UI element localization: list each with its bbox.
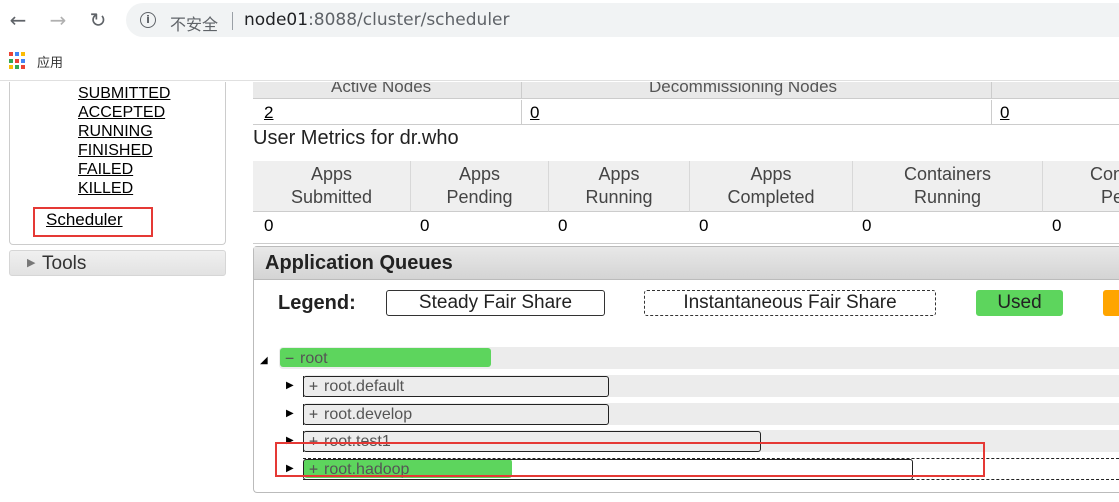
expand-triangle-icon[interactable]: ▶ [286, 380, 294, 391]
legend-steady-fair-share: Steady Fair Share [386, 290, 605, 316]
queue-name: root.default [324, 378, 405, 395]
header-line: Apps [598, 164, 640, 184]
forward-icon[interactable]: → [46, 8, 70, 32]
cluster-metrics-values: 2 0 0 [253, 100, 1119, 125]
column-divider [991, 100, 992, 125]
header-active-nodes: Active Nodes [331, 82, 432, 96]
header-apps-running: Apps Running [549, 161, 690, 212]
column-divider [521, 100, 522, 125]
apps-grid-icon[interactable] [9, 52, 27, 70]
info-icon[interactable]: i [140, 12, 156, 28]
header-line: Pe [1101, 187, 1119, 207]
back-icon[interactable]: ← [6, 8, 30, 32]
application-queues-title: Application Queues [265, 252, 453, 274]
address-bar[interactable]: i 不安全 node01:8088/cluster/scheduler [126, 3, 1119, 37]
queue-row-root-default[interactable]: + root.default [303, 375, 1119, 397]
header-line: Running [585, 187, 653, 207]
queue-row-root[interactable]: − root [279, 347, 1119, 369]
value-apps-pending: 0 [420, 216, 430, 235]
header-apps-completed: Apps Completed [690, 161, 853, 212]
queue-bar-instantaneous-share [303, 404, 304, 425]
queue-name: root.develop [324, 406, 413, 423]
queue-label-root: − root [285, 349, 328, 368]
header-line: Con [1090, 164, 1119, 184]
tools-label: Tools [42, 253, 87, 274]
value-apps-submitted: 0 [264, 216, 274, 235]
sidebar-link-failed[interactable]: FAILED [78, 160, 133, 179]
column-divider [991, 82, 992, 98]
value-containers-pending: 0 [1052, 216, 1062, 235]
header-line: Running [913, 187, 982, 207]
sidebar-link-running[interactable]: RUNNING [78, 122, 153, 141]
browser-toolbar: ← → ↻ i 不安全 node01:8088/cluster/schedule… [0, 0, 1119, 41]
queue-label-root-develop: + root.develop [309, 405, 412, 424]
application-queues-header: Application Queues [254, 247, 1119, 280]
next-metric-value[interactable]: 0 [1000, 103, 1009, 123]
collapse-triangle-icon[interactable]: ◢ [260, 355, 268, 366]
reload-icon[interactable]: ↻ [86, 8, 110, 32]
legend-used: Used [976, 290, 1063, 316]
main-content: Active Nodes Decommissioning Nodes 2 0 0… [253, 82, 1119, 502]
url-divider [232, 12, 233, 30]
legend-instantaneous-fair-share: Instantaneous Fair Share [644, 290, 936, 316]
value-apps-running: 0 [558, 216, 568, 235]
expand-icon: + [309, 405, 319, 423]
header-decommissioning-nodes: Decommissioning Nodes [649, 82, 838, 96]
sidebar-link-accepted[interactable]: ACCEPTED [78, 103, 165, 122]
queue-row-root-develop[interactable]: + root.develop [303, 403, 1119, 425]
sidebar-tools-section[interactable]: ▶ Tools [9, 250, 226, 276]
header-line: Submitted [290, 187, 373, 207]
url-text[interactable]: node01:8088/cluster/scheduler [244, 10, 510, 30]
header-line: Containers [903, 164, 992, 184]
header-line: Apps [458, 164, 501, 184]
table-divider [253, 243, 1119, 244]
cluster-metrics-header: Active Nodes Decommissioning Nodes [253, 82, 1119, 99]
user-metrics-title: User Metrics for dr.who [253, 127, 459, 149]
value-containers-running: 0 [862, 216, 872, 235]
sidebar-link-submitted[interactable]: SUBMITTED [78, 84, 170, 103]
bookmarks-bar: 应用 [0, 41, 1119, 81]
header-containers-pending: Con Pe [1043, 161, 1119, 212]
header-line: Apps [310, 164, 353, 184]
expand-triangle-icon: ▶ [27, 257, 36, 269]
queue-label-root-default: + root.default [309, 377, 404, 396]
sidebar-link-finished[interactable]: FINISHED [78, 141, 153, 160]
column-divider [521, 82, 522, 98]
legend-label: Legend: [278, 292, 356, 314]
header-line: Pending [446, 187, 513, 207]
url-path: :8088/cluster/scheduler [308, 10, 510, 30]
value-apps-completed: 0 [699, 216, 709, 235]
active-nodes-value[interactable]: 2 [264, 103, 273, 123]
header-apps-submitted: Apps Submitted [253, 161, 411, 212]
header-line: Completed [727, 187, 815, 207]
sidebar-link-killed[interactable]: KILLED [78, 179, 133, 198]
legend-max-capacity [1103, 290, 1119, 316]
queue-name: root [300, 350, 328, 367]
bookmark-apps[interactable]: 应用 [37, 52, 63, 71]
queue-bar-instantaneous-share [303, 376, 304, 397]
expand-triangle-icon[interactable]: ▶ [286, 408, 294, 419]
header-apps-pending: Apps Pending [411, 161, 549, 212]
expand-icon: + [309, 377, 319, 395]
highlight-box-scheduler [33, 207, 153, 237]
url-host: node01 [244, 10, 309, 30]
collapse-icon: − [285, 349, 295, 367]
highlight-box-root-hadoop [275, 442, 985, 477]
security-label: 不安全 [170, 15, 219, 34]
user-metrics-table: Apps Submitted Apps Pending Apps Running Ap… [253, 161, 1119, 243]
decommissioning-nodes-value[interactable]: 0 [530, 103, 539, 123]
header-containers-running: Containers Running [853, 161, 1043, 212]
header-line: Apps [750, 164, 792, 184]
